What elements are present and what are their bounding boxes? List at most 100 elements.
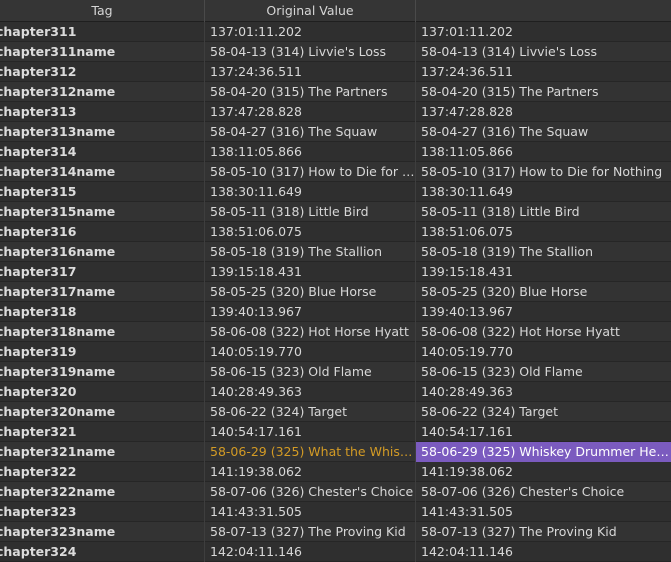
- original-value-cell: 58-07-13 (327) The Proving Kid: [205, 522, 416, 542]
- new-value-cell[interactable]: 139:40:13.967: [416, 302, 671, 322]
- table-row[interactable]: chapter316 138:51:06.075 138:51:06.075: [0, 222, 671, 242]
- table-row[interactable]: chapter317name 58-05-25 (320) Blue Horse 5…: [0, 282, 671, 302]
- new-value-cell[interactable]: 58-04-20 (315) The Partners: [416, 82, 671, 102]
- tag-cell: chapter316name: [0, 242, 205, 262]
- original-value-cell: 140:28:49.363: [205, 382, 416, 402]
- original-value-cell: 58-07-06 (326) Chester's Choice: [205, 482, 416, 502]
- tag-cell: chapter314name: [0, 162, 205, 182]
- table-row[interactable]: chapter320name 58-06-22 (324) Target 58-06…: [0, 402, 671, 422]
- new-value-cell[interactable]: 138:30:11.649: [416, 182, 671, 202]
- new-value-cell[interactable]: 58-04-27 (316) The Squaw: [416, 122, 671, 142]
- table-row[interactable]: chapter314name 58-05-10 (317) How to Die …: [0, 162, 671, 182]
- new-value-cell[interactable]: 140:05:19.770: [416, 342, 671, 362]
- table-row[interactable]: chapter318name 58-06-08 (322) Hot Horse H…: [0, 322, 671, 342]
- table-row[interactable]: chapter323name 58-07-13 (327) The Proving…: [0, 522, 671, 542]
- table-row[interactable]: chapter316name 58-05-18 (319) The Stallio…: [0, 242, 671, 262]
- new-value-cell[interactable]: 58-05-25 (320) Blue Horse: [416, 282, 671, 302]
- tag-cell: chapter316: [0, 222, 205, 242]
- new-value-cell[interactable]: 58-07-06 (326) Chester's Choice: [416, 482, 671, 502]
- metadata-table: Tag Original Value chapter311 137:01:11.2…: [0, 0, 671, 562]
- new-value-cell[interactable]: 137:47:28.828: [416, 102, 671, 122]
- original-value-cell: 58-04-13 (314) Livvie's Loss: [205, 42, 416, 62]
- tag-cell: chapter315name: [0, 202, 205, 222]
- new-value-cell[interactable]: 58-05-10 (317) How to Die for Nothing: [416, 162, 671, 182]
- tag-cell: chapter311name: [0, 42, 205, 62]
- table-row[interactable]: chapter313name 58-04-27 (316) The Squaw 58…: [0, 122, 671, 142]
- new-value-cell[interactable]: 58-06-15 (323) Old Flame: [416, 362, 671, 382]
- new-value-cell[interactable]: 141:19:38.062: [416, 462, 671, 482]
- original-value-cell: 58-05-25 (320) Blue Horse: [205, 282, 416, 302]
- new-value-cell[interactable]: 138:51:06.075: [416, 222, 671, 242]
- new-value-cell[interactable]: 58-06-08 (322) Hot Horse Hyatt: [416, 322, 671, 342]
- tag-cell: chapter323: [0, 502, 205, 522]
- table-row[interactable]: chapter321 140:54:17.161 140:54:17.161: [0, 422, 671, 442]
- table-body: chapter311 137:01:11.202 137:01:11.202 chap…: [0, 22, 671, 562]
- tag-cell: chapter313name: [0, 122, 205, 142]
- new-value-cell[interactable]: 58-06-29 (325) Whiskey Drummer Heard: [416, 442, 671, 462]
- original-value-cell: 58-05-11 (318) Little Bird: [205, 202, 416, 222]
- tag-cell: chapter322name: [0, 482, 205, 502]
- tag-cell: chapter319: [0, 342, 205, 362]
- tag-cell: chapter321name: [0, 442, 205, 462]
- column-header-tag[interactable]: Tag: [0, 0, 205, 22]
- table-row[interactable]: chapter311 137:01:11.202 137:01:11.202: [0, 22, 671, 42]
- tag-cell: chapter312: [0, 62, 205, 82]
- table-row[interactable]: chapter322 141:19:38.062 141:19:38.062: [0, 462, 671, 482]
- new-value-cell[interactable]: 58-05-18 (319) The Stallion: [416, 242, 671, 262]
- new-value-cell[interactable]: 138:11:05.866: [416, 142, 671, 162]
- new-value-cell[interactable]: 141:43:31.505: [416, 502, 671, 522]
- original-value-cell: 137:47:28.828: [205, 102, 416, 122]
- table-row[interactable]: chapter323 141:43:31.505 141:43:31.505: [0, 502, 671, 522]
- tag-cell: chapter315: [0, 182, 205, 202]
- tag-cell: chapter322: [0, 462, 205, 482]
- table-row[interactable]: chapter322name 58-07-06 (326) Chester's C…: [0, 482, 671, 502]
- table-row[interactable]: chapter315 138:30:11.649 138:30:11.649: [0, 182, 671, 202]
- original-value-cell: 58-05-10 (317) How to Die for N...: [205, 162, 416, 182]
- original-value-cell: 58-06-15 (323) Old Flame: [205, 362, 416, 382]
- new-value-cell[interactable]: 137:01:11.202: [416, 22, 671, 42]
- table-row[interactable]: chapter319 140:05:19.770 140:05:19.770: [0, 342, 671, 362]
- original-value-cell: 138:51:06.075: [205, 222, 416, 242]
- original-value-cell: 58-06-29 (325) What the Whiske...: [205, 442, 416, 462]
- new-value-cell[interactable]: 58-07-13 (327) The Proving Kid: [416, 522, 671, 542]
- table-row[interactable]: chapter314 138:11:05.866 138:11:05.866: [0, 142, 671, 162]
- tag-cell: chapter320name: [0, 402, 205, 422]
- new-value-cell[interactable]: 58-04-13 (314) Livvie's Loss: [416, 42, 671, 62]
- original-value-cell: 138:11:05.866: [205, 142, 416, 162]
- table-row[interactable]: chapter321name 58-06-29 (325) What the Wh…: [0, 442, 671, 462]
- table-row[interactable]: chapter318 139:40:13.967 139:40:13.967: [0, 302, 671, 322]
- tag-cell: chapter319name: [0, 362, 205, 382]
- table-row[interactable]: chapter315name 58-05-11 (318) Little Bird…: [0, 202, 671, 222]
- tag-cell: chapter313: [0, 102, 205, 122]
- original-value-cell: 139:40:13.967: [205, 302, 416, 322]
- original-value-cell: 138:30:11.649: [205, 182, 416, 202]
- new-value-cell[interactable]: 139:15:18.431: [416, 262, 671, 282]
- table-row[interactable]: chapter319name 58-06-15 (323) Old Flame 58…: [0, 362, 671, 382]
- new-value-cell[interactable]: 140:54:17.161: [416, 422, 671, 442]
- original-value-cell: 140:05:19.770: [205, 342, 416, 362]
- table-row[interactable]: chapter320 140:28:49.363 140:28:49.363: [0, 382, 671, 402]
- original-value-cell: 141:43:31.505: [205, 502, 416, 522]
- original-value-cell: 58-06-08 (322) Hot Horse Hyatt: [205, 322, 416, 342]
- table-row[interactable]: chapter313 137:47:28.828 137:47:28.828: [0, 102, 671, 122]
- new-value-cell[interactable]: 58-06-22 (324) Target: [416, 402, 671, 422]
- new-value-cell[interactable]: 140:28:49.363: [416, 382, 671, 402]
- table-row[interactable]: chapter324 142:04:11.146 142:04:11.146: [0, 542, 671, 562]
- original-value-cell: 137:24:36.511: [205, 62, 416, 82]
- original-value-cell: 139:15:18.431: [205, 262, 416, 282]
- tag-cell: chapter321: [0, 422, 205, 442]
- new-value-cell[interactable]: 137:24:36.511: [416, 62, 671, 82]
- tag-cell: chapter314: [0, 142, 205, 162]
- new-value-cell[interactable]: 58-05-11 (318) Little Bird: [416, 202, 671, 222]
- table-row[interactable]: chapter312 137:24:36.511 137:24:36.511: [0, 62, 671, 82]
- new-value-cell[interactable]: 142:04:11.146: [416, 542, 671, 562]
- table-row[interactable]: chapter312name 58-04-20 (315) The Partner…: [0, 82, 671, 102]
- original-value-cell: 58-06-22 (324) Target: [205, 402, 416, 422]
- tag-cell: chapter323name: [0, 522, 205, 542]
- table-row[interactable]: chapter311name 58-04-13 (314) Livvie's Lo…: [0, 42, 671, 62]
- original-value-cell: 58-04-20 (315) The Partners: [205, 82, 416, 102]
- column-header-new-value[interactable]: [416, 0, 671, 22]
- column-header-original-value[interactable]: Original Value: [205, 0, 416, 22]
- tag-cell: chapter318name: [0, 322, 205, 342]
- table-row[interactable]: chapter317 139:15:18.431 139:15:18.431: [0, 262, 671, 282]
